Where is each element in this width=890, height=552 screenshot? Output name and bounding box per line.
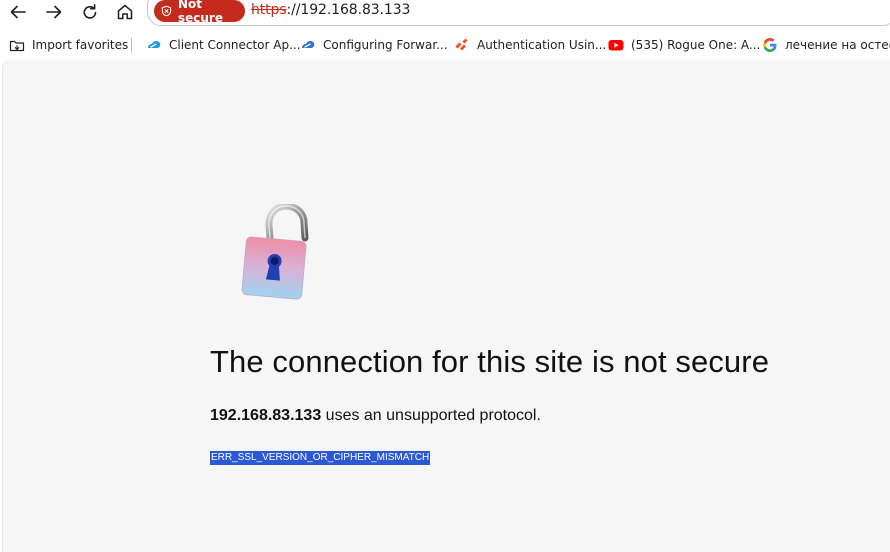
not-secure-label: Not secure [177, 0, 223, 25]
url-host: ://192.168.83.133 [286, 2, 411, 18]
favorite-label: Client Connector Ap... [169, 38, 301, 52]
arrow-right-icon [46, 5, 62, 19]
favorite-label: лечение на остеоп... [785, 38, 890, 52]
favorite-import-favorites[interactable]: Import favorites [9, 37, 128, 53]
google-icon [763, 38, 777, 52]
favorite-label: (535) Rogue One: A... [631, 38, 761, 52]
unlocked-padlock-icon [241, 204, 309, 300]
favorite-label: Authentication Usin... [477, 38, 607, 52]
back-button[interactable] [4, 0, 32, 24]
favorite-label: Configuring Forwar... [323, 38, 448, 52]
favorites-divider [131, 38, 132, 53]
forward-button[interactable] [40, 0, 68, 24]
arrow-left-icon [10, 5, 26, 19]
home-icon [117, 4, 133, 20]
favorite-youtube[interactable]: (535) Rogue One: A... [608, 37, 760, 53]
youtube-icon [608, 40, 624, 51]
error-page [2, 60, 890, 552]
zscaler-icon [302, 41, 315, 48]
favorite-configuring-forwarding[interactable]: Configuring Forwar... [300, 37, 448, 53]
refresh-icon [83, 4, 97, 19]
import-favorites-icon [9, 40, 25, 52]
error-description: 192.168.83.133 uses an unsupported proto… [210, 407, 541, 425]
home-button[interactable] [111, 0, 139, 24]
favorite-label: Import favorites [32, 38, 129, 52]
not-secure-badge[interactable]: Not secure [154, 0, 245, 25]
host-name: 192.168.83.133 [210, 407, 322, 424]
url-scheme: https [251, 2, 287, 18]
favorite-authentication[interactable]: Authentication Usin... [454, 37, 606, 53]
zscaler-icon [148, 41, 161, 48]
favorites-bar: Import favorites Client Connector Ap... … [0, 30, 890, 60]
toolbar: Not secure https://192.168.83.133 [0, 0, 890, 26]
favorite-google-search[interactable]: лечение на остеоп... [762, 37, 890, 53]
favorite-client-connector[interactable]: Client Connector Ap... [146, 37, 301, 53]
address-url[interactable]: https://192.168.83.133 [251, 2, 410, 18]
page-title: The connection for this site is not secu… [210, 344, 770, 379]
shield-warning-icon [161, 5, 172, 17]
error-message: uses an unsupported protocol. [321, 407, 541, 424]
error-code[interactable]: ERR_SSL_VERSION_OR_CIPHER_MISMATCH [210, 451, 431, 465]
paloalto-icon [455, 38, 468, 51]
refresh-button[interactable] [76, 0, 104, 24]
